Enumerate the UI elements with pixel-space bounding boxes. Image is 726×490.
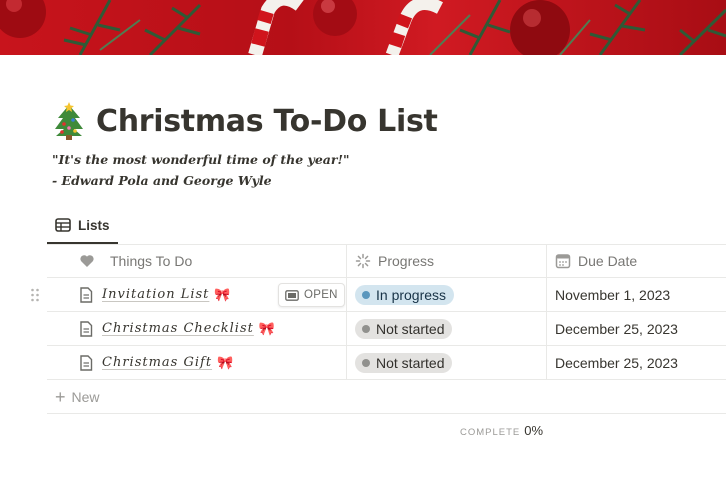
- column-header-things-to-do[interactable]: Things To Do: [47, 244, 347, 277]
- calculation-value: 0%: [524, 423, 544, 438]
- status-badge: Not started: [355, 318, 453, 339]
- due-date: December 25, 2023: [555, 320, 678, 337]
- table-header: Things To Do Progress Due Date: [47, 244, 726, 278]
- table-row[interactable]: Christmas Checklist 🎀 Not started Decemb…: [47, 312, 726, 346]
- row-progress-cell[interactable]: In progress: [347, 278, 547, 311]
- row-title-cell[interactable]: Christmas Checklist 🎀: [47, 312, 347, 345]
- status-label: In progress: [376, 286, 447, 303]
- column-header-progress[interactable]: Progress: [347, 244, 547, 277]
- new-row-label: New: [71, 388, 100, 405]
- page-quote: "It's the most wonderful time of the yea…: [52, 149, 349, 191]
- status-label: Not started: [376, 354, 445, 371]
- document-icon: [79, 354, 93, 371]
- plus-icon: +: [55, 386, 66, 407]
- row-progress-cell[interactable]: Not started: [347, 346, 547, 379]
- status-dot: [362, 290, 370, 299]
- page-title[interactable]: Christmas To-Do List: [96, 104, 438, 139]
- status-badge: In progress: [355, 284, 455, 305]
- quote-line: "It's the most wonderful time of the yea…: [52, 152, 350, 167]
- column-header-label: Things To Do: [110, 252, 193, 269]
- heart-icon: [79, 253, 95, 269]
- status-label: Not started: [376, 320, 445, 337]
- row-progress-cell[interactable]: Not started: [347, 312, 547, 345]
- table-icon: [55, 218, 71, 232]
- row-title-cell[interactable]: Invitation List 🎀 OPEN: [47, 278, 347, 311]
- table-row[interactable]: Christmas Gift 🎀 Not started December 25…: [47, 346, 726, 380]
- database-table: Things To Do Progress Due Date Invitatio…: [31, 244, 726, 414]
- status-dot: [362, 358, 370, 367]
- complete-calculation[interactable]: COMPLETE 0%: [460, 423, 543, 438]
- table-row[interactable]: Invitation List 🎀 OPEN In progress Novem…: [31, 278, 726, 312]
- calendar-icon: [555, 253, 571, 269]
- due-date: November 1, 2023: [555, 286, 671, 303]
- open-button-label: OPEN: [304, 289, 338, 301]
- quote-attribution: - Edward Pola and George Wyle: [52, 173, 272, 188]
- row-due-date-cell[interactable]: November 1, 2023: [547, 278, 726, 311]
- column-header-label: Progress: [378, 252, 435, 269]
- row-title-cell[interactable]: Christmas Gift 🎀: [47, 346, 347, 379]
- document-icon: [79, 320, 93, 337]
- tab-label: Lists: [78, 217, 110, 233]
- bow-emoji: 🎀: [217, 354, 234, 370]
- row-title[interactable]: Christmas Gift: [102, 355, 212, 370]
- due-date: December 25, 2023: [555, 354, 678, 371]
- row-title[interactable]: Christmas Checklist: [102, 321, 254, 336]
- christmas-tree-icon[interactable]: [52, 102, 86, 140]
- status-badge: Not started: [355, 352, 453, 373]
- drag-handle-icon[interactable]: [30, 287, 40, 303]
- column-header-due-date[interactable]: Due Date: [547, 244, 726, 277]
- bow-emoji: 🎀: [258, 320, 276, 336]
- status-dot: [362, 324, 370, 333]
- loading-icon: [355, 253, 371, 269]
- tab-lists[interactable]: Lists: [47, 208, 118, 244]
- open-button[interactable]: OPEN: [278, 283, 345, 307]
- row-due-date-cell[interactable]: December 25, 2023: [547, 346, 726, 379]
- open-side-peek-icon: [285, 289, 299, 301]
- new-row-button[interactable]: + New: [47, 380, 726, 414]
- document-icon: [79, 286, 93, 303]
- row-title[interactable]: Invitation List: [102, 287, 209, 302]
- column-header-label: Due Date: [578, 252, 638, 269]
- row-due-date-cell[interactable]: December 25, 2023: [547, 312, 726, 345]
- bow-emoji: 🎀: [214, 286, 231, 302]
- cover-image: [0, 0, 726, 55]
- calculation-label: COMPLETE: [460, 427, 521, 438]
